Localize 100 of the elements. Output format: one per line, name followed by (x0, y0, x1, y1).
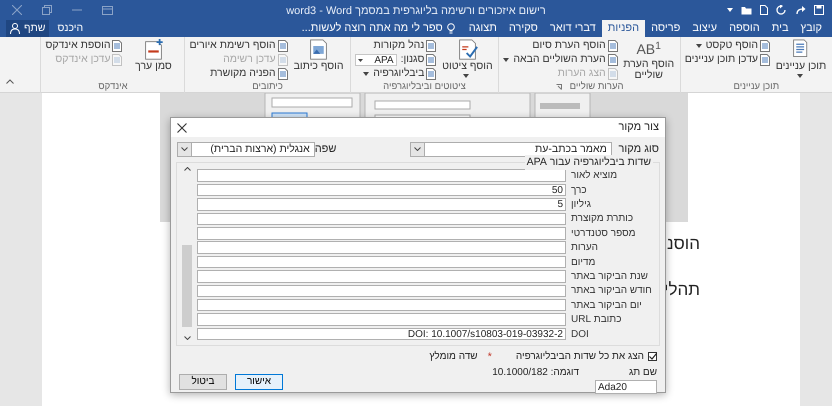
ribbon-tab[interactable]: הוספה (723, 20, 766, 37)
ribbon-tab[interactable]: תצוגה (462, 20, 503, 37)
new-document-icon[interactable] (760, 5, 768, 15)
ribbon-button[interactable]: עדכן תוכן עניינים (684, 53, 770, 66)
field-label: יום הביקור באתר (571, 298, 643, 313)
input-field[interactable]: DOI: 10.1007/s10803-019-03932-2 (197, 328, 566, 340)
input-field[interactable] (197, 241, 566, 254)
dialog-launcher-icon[interactable] (556, 84, 562, 90)
input-field[interactable]: 5 (197, 198, 566, 211)
legend-text: שדה מומלץ (429, 350, 478, 364)
document-icon (426, 54, 436, 66)
lightbulb-icon (446, 23, 455, 34)
minimize-icon[interactable] (72, 9, 82, 11)
document-icon (608, 54, 618, 66)
caret-icon[interactable] (363, 72, 370, 76)
ribbon-button[interactable]: נהל מקורות (354, 39, 436, 52)
document-icon (608, 40, 618, 52)
footnote-icon: AB$^{1}$ (636, 39, 661, 59)
input-field[interactable] (197, 169, 566, 182)
dialog-title: צור מקור (618, 120, 659, 136)
ribbon-button[interactable]: הוספת אינדקס (45, 39, 122, 52)
input-field[interactable] (197, 256, 566, 268)
group-label: הערות שוליים (570, 81, 624, 93)
field-label: מוציא לאור (571, 169, 618, 184)
ribbon-display-icon[interactable] (102, 6, 113, 14)
ribbon-button[interactable]: ביבליוגרפיה (354, 67, 436, 80)
scrollbar-thumb[interactable] (182, 244, 192, 326)
input-field[interactable]: Ada20 (595, 380, 657, 394)
scroll-down-icon[interactable] (184, 336, 190, 340)
checkbox-label: הצג את כל שדות הביבליוגרפיה (516, 350, 644, 364)
document-icon (112, 40, 122, 52)
save-icon[interactable] (814, 5, 824, 15)
dropdown-icon[interactable] (727, 8, 733, 12)
input-field[interactable] (197, 212, 566, 226)
person-icon (10, 23, 20, 34)
ribbon-button[interactable]: הערת השוליים הבאה (503, 53, 618, 66)
ribbon-button[interactable]: הוסף כיתוב (292, 39, 346, 81)
ribbon-tab[interactable]: בית (766, 20, 795, 37)
dropdown-field[interactable]: מאמר בכתב-עת (410, 142, 612, 157)
ribbon-button[interactable]: סגנון: (400, 53, 436, 66)
caret-icon[interactable] (696, 44, 702, 48)
ribbon-tab[interactable]: פריסה (645, 20, 686, 37)
collapse-ribbon-icon[interactable] (6, 79, 14, 84)
dropdown-field[interactable]: אנגלית (ארצות הברית) (177, 142, 315, 157)
sign-in-link[interactable]: היכנס (57, 20, 84, 36)
input-field[interactable] (197, 313, 566, 326)
document-text: הוסנ (667, 233, 700, 255)
caret-icon[interactable] (463, 74, 470, 78)
dialog-button[interactable]: אישור (235, 374, 283, 390)
input-field[interactable] (197, 227, 566, 240)
checkmark-icon (648, 353, 656, 360)
document-icon (278, 54, 288, 66)
group-label: כיתובים (252, 81, 283, 93)
ribbon-button[interactable]: הוסף הערת סיום (503, 39, 618, 52)
group-label: ציטוטים וביבליוגרפיה (383, 81, 466, 93)
field-label: גיליון (571, 198, 592, 212)
field-label: חודש הביקור באתר (571, 284, 653, 298)
document-icon (278, 40, 288, 52)
caret-icon[interactable] (503, 58, 510, 62)
document-icon (608, 68, 618, 80)
ribbon-button[interactable]: סמן ערך (126, 39, 180, 81)
ribbon-tab[interactable]: דברי דואר (544, 20, 602, 37)
folder-icon[interactable] (741, 6, 752, 14)
group-label: תוכן עניינים (734, 81, 780, 93)
restore-icon[interactable] (42, 5, 52, 15)
ribbon-button[interactable]: הוסף ציטוט (440, 39, 494, 81)
ribbon-button[interactable]: תוכן עניינים (774, 39, 828, 81)
caret-icon[interactable] (797, 74, 803, 78)
document-text: תהלי (664, 279, 700, 301)
field-label: כתובת URL (571, 313, 622, 328)
dropdown-icon (181, 147, 188, 152)
input-field[interactable] (197, 284, 566, 298)
ribbon-tab[interactable]: הפניות (602, 20, 646, 37)
redo-icon[interactable] (795, 6, 806, 14)
example-text: דוגמה: 10.1000/182 (492, 366, 579, 380)
ribbon-tab[interactable]: סקירה (502, 20, 544, 37)
dialog-button[interactable]: ביטול (179, 374, 227, 390)
document-icon (278, 68, 288, 80)
dropdown-icon (414, 147, 422, 152)
document-icon (760, 54, 770, 66)
checkbox[interactable] (648, 352, 657, 362)
undo-icon[interactable] (776, 5, 787, 15)
scroll-up-icon[interactable] (184, 166, 190, 170)
field-label: סוג מקור (618, 142, 659, 156)
ribbon-tab[interactable]: עיצוב (686, 20, 724, 37)
ribbon-button[interactable]: הוסף טקסט (684, 39, 770, 52)
input-field[interactable] (197, 270, 566, 283)
field-label: מדיום (571, 256, 596, 270)
ribbon-tab[interactable]: קובץ (794, 20, 828, 37)
close-icon[interactable] (177, 122, 187, 132)
ribbon-button[interactable]: הוסף רשימת איורים (189, 39, 288, 52)
share-button[interactable]: שתף (6, 20, 50, 38)
tell-me-field[interactable]: ספר לי מה אתה רוצה לעשות... (302, 20, 443, 37)
document-icon (426, 68, 436, 80)
input-field[interactable] (197, 298, 566, 312)
field-label: DOI (571, 328, 590, 342)
field-label: כותרת מקוצרת (571, 212, 634, 226)
style-dropdown[interactable]: APA (354, 54, 397, 66)
input-field[interactable]: 50 (197, 184, 566, 196)
ribbon-button[interactable]: הפניה מקושרת (189, 67, 288, 80)
